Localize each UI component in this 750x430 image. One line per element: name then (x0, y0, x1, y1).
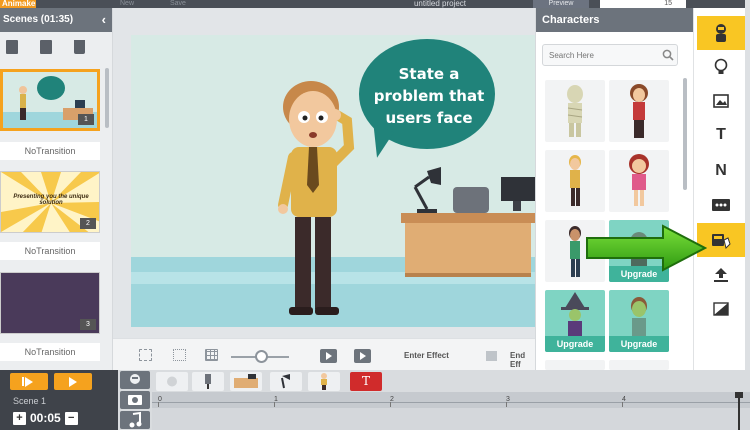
characters-panel: Characters Search Here Upgrade Upgrade U… (535, 8, 693, 370)
character-tile-mummy[interactable] (545, 80, 605, 142)
character-layer-tab[interactable] (120, 371, 150, 389)
tool-rail: T N (693, 8, 750, 370)
timeline-objects: T (152, 370, 750, 392)
timeline-object-text[interactable]: T (350, 372, 382, 391)
scene-thumbnail-1[interactable]: 1 (0, 69, 100, 131)
fullscreen-icon[interactable] (173, 349, 186, 361)
transition-selector[interactable]: NoTransition (0, 142, 100, 160)
video-icon[interactable] (697, 188, 745, 222)
transition-selector[interactable]: NoTransition (0, 343, 100, 361)
scene-number: 3 (80, 319, 96, 330)
scene-2-caption: Presenting you the unique solution (13, 194, 89, 206)
man-blonde-figure (569, 155, 581, 206)
speech-bubble-text: State a problem that users face (373, 65, 485, 127)
scenes-panel: Scenes (01:35) ‹ 1 NoTransition Presenti… (0, 8, 113, 370)
character-tile-zombie[interactable]: Upgrade (609, 290, 669, 352)
upgrade-badge[interactable]: Upgrade (545, 336, 605, 352)
timeline-ruler[interactable]: 0 1 2 3 4 (152, 392, 750, 430)
project-title[interactable]: untitled project (380, 0, 500, 8)
play-scene-icon[interactable] (10, 373, 48, 390)
exit-effect-icon[interactable] (486, 351, 497, 361)
canvas-stage[interactable]: State a problem that users face (131, 35, 535, 327)
timeline: Scene 1 + 00:05 − T 0 1 2 3 4 (0, 370, 750, 430)
minus-icon[interactable]: − (64, 411, 78, 425)
scenes-header: Scenes (01:35) ‹ (0, 8, 112, 32)
green-arrow-icon (586, 224, 707, 272)
woman-figure (630, 84, 648, 138)
playhead[interactable] (735, 392, 743, 430)
zoom-value: 15 (664, 0, 672, 7)
duration-value: 00:05 (30, 411, 61, 425)
logo: Animaker (0, 0, 36, 8)
fit-icon[interactable] (139, 349, 152, 361)
scene-number: 1 (78, 114, 94, 125)
canvas-toolbar: Enter Effect End Eff (113, 338, 535, 370)
timeline-tabs (118, 370, 152, 430)
collapse-chevron-icon[interactable]: ‹ (102, 8, 106, 32)
characters-title: Characters (536, 8, 693, 32)
duration-control: + 00:05 − (13, 411, 78, 425)
music-tab[interactable] (120, 411, 150, 429)
girl-figure (629, 154, 649, 206)
character-icon[interactable] (697, 16, 745, 50)
timeline-scene-label: Scene 1 (13, 396, 47, 406)
character-tile-witch[interactable]: Upgrade (545, 290, 605, 352)
enter-effect-play-icon[interactable] (320, 349, 337, 363)
play-icon[interactable] (354, 349, 371, 363)
scene-thumbnail-3[interactable]: 3 (0, 272, 100, 334)
character-tile-partial[interactable] (545, 360, 605, 370)
exit-effect-label[interactable]: End Eff (510, 351, 535, 369)
animaker-editor: Animaker New Save untitled project Previ… (0, 0, 750, 430)
play-all-icon[interactable] (54, 373, 92, 390)
timeline-object-chair[interactable] (192, 372, 224, 391)
trash-icon[interactable] (74, 40, 85, 54)
timeline-object-character[interactable] (308, 372, 340, 391)
man-character[interactable] (271, 75, 371, 320)
zoom-slider-handle[interactable] (255, 350, 268, 363)
rail-scrollbar[interactable] (745, 0, 750, 370)
timeline-track[interactable] (152, 408, 750, 430)
timeline-object-bg[interactable] (156, 372, 188, 391)
camera-tab[interactable] (120, 391, 150, 409)
canvas-area: State a problem that users face Enter Ef… (113, 8, 535, 370)
duplicate-scene-icon[interactable] (40, 40, 52, 54)
image-icon[interactable] (697, 84, 745, 118)
bulb-icon[interactable] (697, 50, 745, 84)
characters-scrollbar[interactable] (683, 78, 687, 190)
office-desk-props[interactable] (401, 165, 535, 305)
grid-icon[interactable] (205, 349, 218, 361)
scene-number: 2 (80, 218, 96, 229)
top-bar: Animaker New Save untitled project Previ… (0, 0, 750, 8)
timeline-object-desk[interactable] (230, 372, 262, 391)
search-icon[interactable] (662, 49, 674, 61)
mummy-figure (567, 85, 583, 137)
preview-button[interactable]: Preview (533, 0, 589, 8)
transition-selector[interactable]: NoTransition (0, 242, 100, 260)
text-icon[interactable]: T (697, 118, 745, 152)
scenes-scrollbar[interactable] (105, 68, 109, 128)
witch-figure (561, 292, 589, 336)
background-icon[interactable] (697, 292, 745, 326)
add-scene-icon[interactable] (6, 40, 18, 54)
search-input[interactable] (542, 44, 678, 66)
plus-icon[interactable]: + (13, 411, 26, 425)
character-tile-girl[interactable] (609, 150, 669, 212)
enter-effect-label[interactable]: Enter Effect (404, 351, 449, 360)
scenes-title: Scenes (01:35) (3, 14, 74, 25)
scene-thumbnail-2[interactable]: Presenting you the unique solution 2 (0, 171, 100, 233)
character-tile-man-blonde[interactable] (545, 150, 605, 212)
new-button[interactable]: New (120, 0, 134, 8)
zombie-figure (631, 297, 647, 336)
timeline-object-lamp[interactable] (270, 372, 302, 391)
number-icon[interactable]: N (697, 154, 745, 188)
scene-toolbar (0, 32, 112, 58)
upgrade-badge[interactable]: Upgrade (609, 336, 669, 352)
zoom-select[interactable]: 15 (600, 0, 686, 8)
character-tile-partial[interactable] (609, 360, 669, 370)
character-tile-woman[interactable] (609, 80, 669, 142)
save-button[interactable]: Save (170, 0, 186, 8)
